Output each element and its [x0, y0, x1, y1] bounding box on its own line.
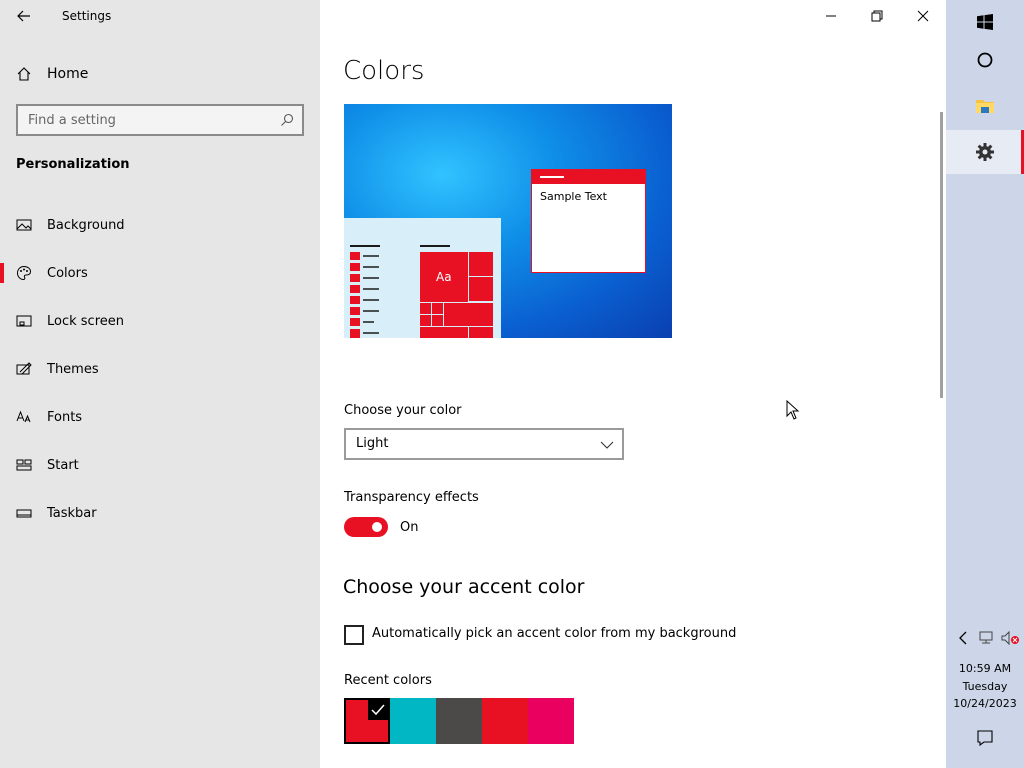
scrollbar[interactable] — [940, 112, 943, 398]
volume-button[interactable] — [1000, 628, 1022, 648]
chevron-left-icon — [959, 631, 967, 645]
accent-color-heading: Choose your accent color — [343, 576, 585, 598]
sample-text: Sample Text — [540, 190, 607, 203]
section-title: Personalization — [16, 157, 130, 172]
auto-accent-checkbox[interactable] — [344, 625, 364, 645]
sidebar: Settings Home Personalization Background… — [0, 0, 320, 768]
taskbar: 10:59 AM Tuesday 10/24/2023 — [946, 0, 1024, 768]
sample-window-titlebar — [532, 170, 645, 184]
app-title: Settings — [62, 9, 112, 23]
sidebar-item-label: Fonts — [47, 409, 83, 425]
sidebar-item-taskbar[interactable]: Taskbar — [0, 495, 320, 531]
back-arrow-icon — [17, 10, 30, 22]
color-swatch[interactable] — [436, 698, 482, 744]
restore-icon — [871, 10, 883, 22]
search-box — [16, 104, 304, 136]
search-input[interactable] — [18, 106, 268, 134]
checkmark-icon — [371, 704, 385, 716]
sidebar-item-label: Themes — [47, 361, 99, 377]
sidebar-item-themes[interactable]: Themes — [0, 351, 320, 387]
dropdown-value: Light — [356, 436, 389, 451]
folder-icon — [976, 100, 994, 113]
sidebar-item-home[interactable]: Home — [16, 62, 88, 86]
clock-time[interactable]: 10:59 AM — [946, 662, 1024, 675]
palette-icon — [16, 265, 32, 281]
sidebar-item-label: Lock screen — [47, 313, 124, 329]
action-center-button[interactable] — [946, 716, 1024, 760]
network-button[interactable] — [976, 628, 998, 648]
color-swatch[interactable] — [528, 698, 574, 744]
sample-window-preview: Sample Text — [531, 169, 646, 273]
tile-label: Aa — [436, 270, 452, 284]
close-icon — [917, 10, 929, 22]
choose-color-label: Choose your color — [344, 403, 462, 418]
transparency-label: Transparency effects — [344, 490, 479, 505]
file-explorer-button[interactable] — [946, 84, 1024, 128]
minimize-button[interactable] — [808, 0, 854, 32]
volume-muted-icon — [1001, 630, 1019, 646]
toggle-state-label: On — [400, 520, 419, 535]
notification-icon — [977, 730, 993, 747]
image-icon — [16, 219, 32, 231]
start-menu-preview: Aa — [344, 218, 501, 338]
network-icon — [979, 631, 993, 644]
settings-taskbar-button[interactable] — [946, 130, 1024, 174]
clock-date[interactable]: 10/24/2023 — [946, 697, 1024, 710]
sidebar-item-background[interactable]: Background — [0, 207, 320, 243]
start-icon — [16, 459, 32, 471]
restore-button[interactable] — [854, 0, 900, 32]
sidebar-item-label: Start — [47, 457, 79, 473]
recent-colors-label: Recent colors — [344, 673, 432, 688]
selected-check — [368, 700, 388, 720]
color-swatch[interactable] — [344, 698, 390, 744]
taskbar-icon — [16, 509, 32, 518]
sidebar-item-lock-screen[interactable]: Lock screen — [0, 303, 320, 339]
home-icon — [17, 67, 31, 81]
show-hidden-icons-button[interactable] — [954, 628, 972, 648]
start-menu-preview-graphic — [350, 245, 493, 338]
chevron-down-icon — [600, 441, 614, 449]
windows-logo-icon — [977, 14, 993, 30]
page-title: Colors — [343, 56, 425, 86]
back-button[interactable] — [14, 6, 34, 26]
minimize-icon — [826, 15, 836, 17]
transparency-toggle[interactable] — [344, 517, 388, 537]
sidebar-item-colors[interactable]: Colors — [0, 255, 320, 291]
clock-day[interactable]: Tuesday — [946, 680, 1024, 693]
sidebar-item-label: Home — [47, 66, 89, 82]
mouse-cursor-icon — [786, 400, 800, 420]
color-swatch[interactable] — [482, 698, 528, 744]
sidebar-item-label: Background — [47, 217, 125, 233]
choose-color-dropdown[interactable]: Light — [344, 428, 624, 460]
cortana-circle-icon — [977, 52, 993, 68]
sidebar-item-start[interactable]: Start — [0, 447, 320, 483]
close-button[interactable] — [900, 0, 946, 32]
sidebar-item-label: Colors — [47, 265, 88, 281]
sidebar-item-label: Taskbar — [47, 505, 97, 521]
color-swatch[interactable] — [390, 698, 436, 744]
gear-icon — [976, 143, 994, 161]
auto-accent-label[interactable]: Automatically pick an accent color from … — [372, 626, 736, 641]
themes-icon — [16, 362, 32, 375]
search-button[interactable] — [946, 38, 1024, 82]
search-icon[interactable] — [280, 113, 294, 127]
lock-screen-icon — [16, 315, 32, 327]
fonts-icon — [16, 410, 31, 423]
sidebar-item-fonts[interactable]: Fonts — [0, 399, 320, 435]
theme-preview: Aa Sample Text — [344, 104, 672, 338]
